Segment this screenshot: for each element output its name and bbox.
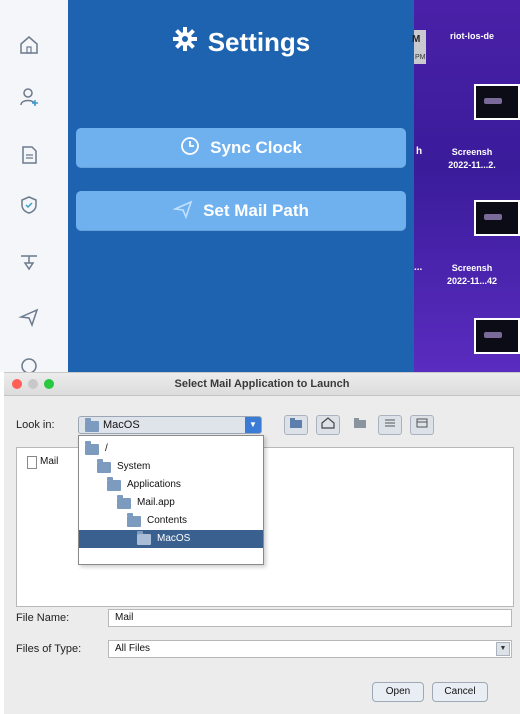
folder-icon — [127, 513, 141, 527]
new-folder-icon — [353, 416, 367, 434]
dropdown-item-label: MacOS — [157, 533, 191, 544]
file-item-label[interactable]: Mail — [40, 456, 58, 467]
file-name-label: File Name: — [16, 612, 70, 624]
desktop-partial-text: ... — [414, 262, 423, 273]
look-in-combobox[interactable]: MacOS ▼ — [78, 416, 262, 434]
home-folder-button[interactable] — [316, 415, 340, 435]
files-of-type-select[interactable]: All Files ▼ — [108, 640, 512, 658]
folder-icon — [117, 495, 131, 509]
dropdown-item-label: Mail.app — [137, 497, 175, 508]
folder-icon — [97, 459, 111, 473]
paper-plane-icon — [172, 199, 193, 224]
folder-icon — [137, 531, 151, 545]
sync-clock-button[interactable]: Sync Clock — [76, 128, 406, 168]
look-in-label: Look in: — [16, 419, 55, 431]
add-user-icon[interactable] — [14, 82, 44, 112]
up-folder-button[interactable] — [284, 415, 308, 435]
file-icon — [27, 456, 37, 469]
dropdown-item[interactable]: Mail.app — [79, 494, 263, 512]
filter-icon[interactable] — [14, 247, 44, 277]
folder-icon — [107, 477, 121, 491]
folder-up-icon — [289, 416, 303, 434]
settings-panel: Settings Sync Clock Set Mail Path — [68, 0, 414, 372]
files-of-type-label: Files of Type: — [16, 643, 82, 655]
dropdown-item-label: Contents — [147, 515, 188, 526]
dropdown-item[interactable]: Contents — [79, 512, 263, 530]
dropdown-item-selected[interactable]: MacOS — [79, 530, 263, 548]
file-name-input[interactable]: Mail — [108, 609, 512, 627]
set-mail-path-label: Set Mail Path — [203, 201, 309, 220]
desktop-partial-text: M — [412, 34, 421, 45]
dropdown-item[interactable]: / — [79, 440, 263, 458]
new-folder-button[interactable] — [348, 415, 372, 435]
gear-icon — [172, 26, 198, 59]
look-in-value: MacOS — [103, 419, 140, 431]
desktop-file-label[interactable]: Screensh 2022-11...2. — [424, 146, 520, 172]
clock-icon — [180, 136, 200, 161]
dialog-title: Select Mail Application to Launch — [174, 378, 350, 390]
home-icon[interactable] — [14, 30, 44, 60]
screenshot-thumbnail[interactable] — [474, 318, 520, 354]
set-mail-path-button[interactable]: Set Mail Path — [76, 191, 406, 231]
files-of-type-value: All Files — [115, 643, 151, 654]
open-button[interactable]: Open — [372, 682, 424, 702]
dropdown-item-label: / — [105, 443, 108, 454]
details-view-icon — [415, 416, 429, 434]
dropdown-item[interactable]: Applications — [79, 476, 263, 494]
shield-icon[interactable] — [14, 190, 44, 220]
desktop-partial-text: h — [416, 146, 423, 157]
desktop-background: M PM riot-los-de h Screensh 2022-11...2.… — [412, 0, 520, 372]
chevron-down-icon[interactable]: ▼ — [496, 642, 510, 656]
sync-clock-label: Sync Clock — [210, 138, 302, 157]
desktop-file-label[interactable]: Screensh 2022-11...42 — [424, 262, 520, 288]
home-icon — [321, 416, 335, 434]
folder-icon — [85, 441, 99, 455]
dropdown-item-label: System — [117, 461, 151, 472]
paper-plane-icon[interactable] — [14, 302, 44, 332]
file-chooser-dialog: Select Mail Application to Launch Look i… — [4, 372, 520, 714]
desktop-file-label[interactable]: riot-los-de — [424, 30, 520, 43]
desktop-badge: PM — [415, 54, 426, 61]
list-view-icon — [383, 416, 397, 434]
settings-header: Settings — [68, 26, 414, 59]
icon-rail — [0, 0, 69, 374]
details-view-button[interactable] — [410, 415, 434, 435]
dialog-titlebar: Select Mail Application to Launch — [4, 373, 520, 396]
dropdown-item-label: Applications — [127, 479, 181, 490]
list-view-button[interactable] — [378, 415, 402, 435]
chevron-down-icon[interactable]: ▼ — [245, 417, 261, 433]
document-icon[interactable] — [14, 140, 44, 170]
screenshot-thumbnail[interactable] — [474, 84, 520, 120]
settings-title: Settings — [207, 27, 311, 57]
look-in-dropdown[interactable]: / System Applications Mail.app Contents … — [78, 435, 264, 565]
folder-icon — [85, 418, 99, 432]
cancel-button[interactable]: Cancel — [432, 682, 488, 702]
screenshot-thumbnail[interactable] — [474, 200, 520, 236]
dropdown-item[interactable]: System — [79, 458, 263, 476]
